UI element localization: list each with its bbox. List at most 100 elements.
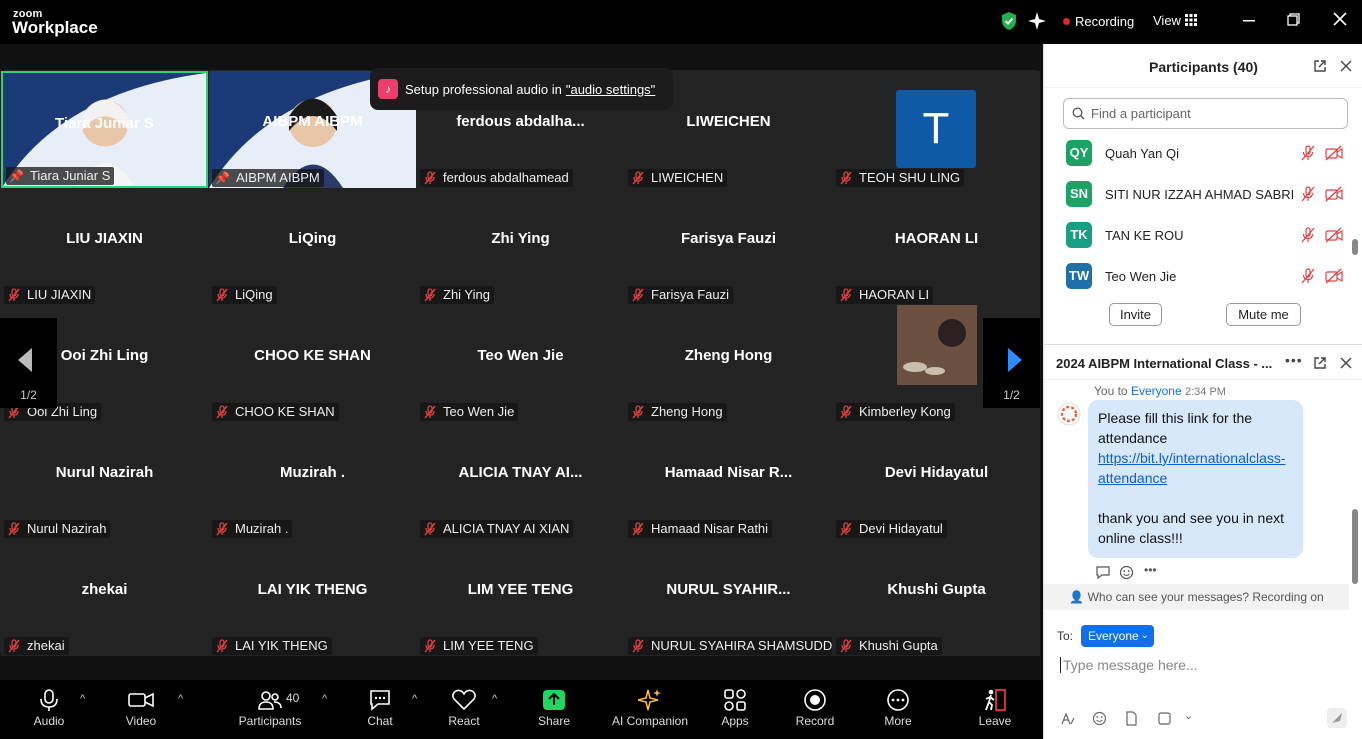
muted-mic-icon [632, 171, 644, 185]
view-button[interactable]: View [1153, 13, 1181, 28]
close-panel-icon[interactable] [1340, 60, 1352, 72]
more-button[interactable]: More [853, 688, 943, 728]
chat-close-icon[interactable] [1340, 357, 1352, 369]
grid-view-icon[interactable] [1185, 14, 1197, 26]
send-icon[interactable] [1327, 708, 1347, 728]
message-to: Everyone [1130, 384, 1182, 398]
toolbar-options-chevron-icon[interactable]: ^ [492, 693, 497, 705]
participant-tile[interactable]: LAI YIK THENG LAI YIK THENG [209, 539, 416, 656]
muted-mic-icon [8, 522, 20, 536]
sparkle-icon[interactable] [1027, 11, 1047, 31]
close-window-icon[interactable] [1333, 12, 1347, 26]
participant-tile[interactable]: HAORAN LI HAORAN LI [833, 188, 1040, 305]
reply-icon[interactable] [1095, 565, 1111, 580]
format-text-icon[interactable] [1060, 711, 1075, 726]
participant-tile[interactable]: LiQing LiQing [209, 188, 416, 305]
participants-button[interactable]: Participants [225, 688, 315, 728]
participant-tile[interactable]: Zhi Ying Zhi Ying [417, 188, 624, 305]
muted-mic-icon[interactable] [1300, 186, 1316, 202]
tools-chevron-icon[interactable]: ⌄ [1184, 709, 1193, 722]
participant-row[interactable]: QY Quah Yan Qi [1064, 138, 1344, 168]
share-button[interactable]: Share [509, 688, 599, 728]
shield-check-icon[interactable] [1000, 11, 1018, 31]
toolbar-options-chevron-icon[interactable]: ^ [80, 693, 85, 705]
minimize-icon[interactable] [1243, 20, 1255, 22]
prev-page-button[interactable]: 1/2 [0, 318, 57, 408]
popout-icon[interactable] [1313, 59, 1327, 73]
video-off-icon[interactable] [1325, 268, 1343, 284]
participant-tile[interactable]: Hamaad Nisar R... Hamaad Nisar Rathi [625, 422, 832, 539]
audio-settings-toast[interactable]: ♪ Setup professional audio in "audio set… [370, 68, 673, 110]
title-bar: zoom Workplace Recording View [0, 0, 1362, 44]
participant-name: AIBPM AIBPM [262, 113, 363, 130]
message-input[interactable]: Type message here... [1060, 657, 1198, 673]
participant-row[interactable]: SN SITI NUR IZZAH AHMAD SABRI [1064, 179, 1344, 209]
participant-label: LiQing [212, 286, 277, 304]
participants-icon [225, 688, 315, 712]
participant-tile[interactable]: Tiara Juniar S 📌 Tiara Juniar S [1, 71, 208, 188]
participant-label: Zhi Ying [420, 286, 494, 304]
participant-search-input[interactable]: Find a participant [1063, 98, 1348, 129]
participant-tile[interactable]: Farisya Fauzi Farisya Fauzi [625, 188, 832, 305]
video-off-icon[interactable] [1325, 186, 1343, 202]
screenshot-icon[interactable] [1157, 711, 1172, 726]
mute-me-button[interactable]: Mute me [1226, 303, 1301, 326]
participant-tile[interactable]: Khushi Gupta Khushi Gupta [833, 539, 1040, 656]
muted-mic-icon [840, 171, 852, 185]
participant-tile[interactable]: Teo Wen Jie Teo Wen Jie [417, 305, 624, 422]
more-icon [853, 688, 943, 712]
chevron-left-icon [18, 348, 32, 372]
emoji-icon[interactable] [1092, 711, 1107, 726]
participant-tile[interactable]: Zheng Hong Zheng Hong [625, 305, 832, 422]
participant-row[interactable]: TW Teo Wen Jie [1064, 261, 1344, 291]
participant-label: 📌 AIBPM AIBPM [212, 169, 324, 187]
participant-tile[interactable]: zhekai zhekai [1, 539, 208, 656]
participants-scrollbar[interactable] [1352, 239, 1358, 255]
participant-tile[interactable]: CHOO KE SHAN CHOO KE SHAN [209, 305, 416, 422]
apps-button[interactable]: Apps [690, 688, 780, 728]
chevron-down-icon: ⌄ [1140, 630, 1149, 641]
chat-header: 2024 AIBPM International Class - ... ••• [1044, 344, 1362, 380]
message-more-icon[interactable]: ••• [1144, 563, 1157, 577]
chat-more-icon[interactable]: ••• [1285, 352, 1303, 368]
attendance-link[interactable]: https://bit.ly/internationalclass-attend… [1098, 450, 1286, 486]
participant-tile[interactable]: NURUL SYAHIR... NURUL SYAHIRA SHAMSUDDIN [625, 539, 832, 656]
record-button[interactable]: Record [770, 688, 860, 728]
page-indicator-left: 1/2 [20, 388, 37, 402]
recipient-dropdown[interactable]: Everyone ⌄ [1081, 625, 1154, 647]
video-off-icon[interactable] [1325, 227, 1343, 243]
ai-companion-button[interactable]: AI Companion [605, 688, 695, 728]
toolbar-options-chevron-icon[interactable]: ^ [322, 693, 327, 705]
toolbar-options-chevron-icon[interactable]: ^ [412, 693, 417, 705]
participant-row[interactable]: TK TAN KE ROU [1064, 220, 1344, 250]
participant-tile[interactable]: Devi Hidayatul Devi Hidayatul [833, 422, 1040, 539]
participant-tile[interactable]: Muzirah . Muzirah . [209, 422, 416, 539]
chat-popout-icon[interactable] [1313, 356, 1327, 370]
muted-mic-icon[interactable] [1300, 227, 1316, 243]
video-button[interactable]: Video [96, 688, 186, 728]
next-page-button[interactable]: 1/2 [983, 318, 1040, 408]
participant-label: LIU JIAXIN [4, 286, 96, 304]
muted-mic-icon[interactable] [1300, 268, 1316, 284]
video-off-icon[interactable] [1325, 145, 1343, 161]
audio-settings-link[interactable]: "audio settings" [566, 82, 655, 97]
music-note-icon: ♪ [378, 79, 398, 99]
restore-icon[interactable] [1287, 13, 1300, 26]
emoji-reaction-icon[interactable] [1119, 565, 1134, 580]
participant-tile[interactable]: ALICIA TNAY AI... ALICIA TNAY AI XIAN [417, 422, 624, 539]
participant-tile[interactable]: LIM YEE TENG LIM YEE TENG [417, 539, 624, 656]
who-can-see-notice[interactable]: 👤 Who can see your messages? Recording o… [1044, 584, 1349, 610]
file-icon[interactable] [1125, 711, 1138, 726]
recording-label[interactable]: Recording [1075, 14, 1134, 29]
participant-tile[interactable]: LIU JIAXIN LIU JIAXIN [1, 188, 208, 305]
leave-button[interactable]: Leave [950, 688, 1040, 728]
invite-button[interactable]: Invite [1109, 303, 1162, 326]
toolbar-options-chevron-icon[interactable]: ^ [178, 693, 183, 705]
participant-label: LIWEICHEN [628, 169, 728, 187]
muted-mic-icon[interactable] [1300, 145, 1316, 161]
chat-scrollbar[interactable] [1352, 509, 1358, 584]
participant-tile[interactable]: Nurul Nazirah Nurul Nazirah [1, 422, 208, 539]
muted-mic-icon [632, 405, 644, 419]
page-indicator-right: 1/2 [1003, 388, 1020, 402]
participant-name: LiQing [288, 230, 337, 247]
